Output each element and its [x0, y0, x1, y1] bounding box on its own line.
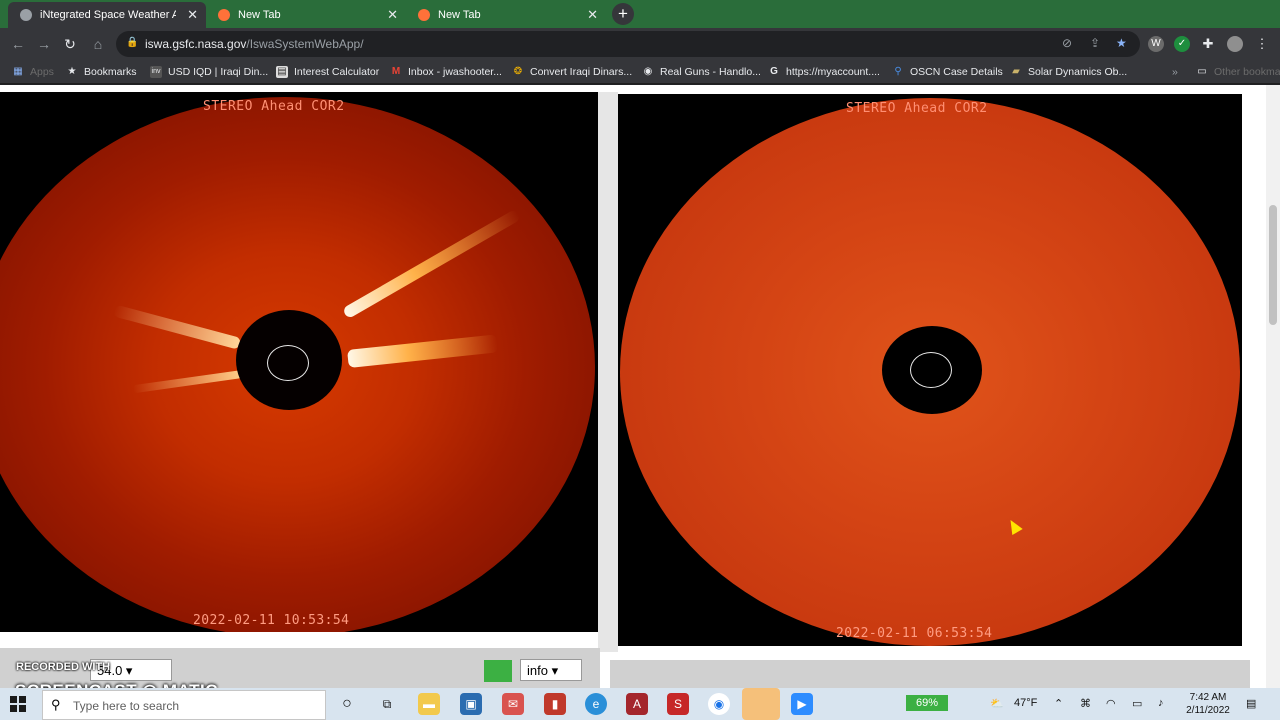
gmail-icon: M	[391, 66, 401, 77]
recorded-with-label: RECORDED WITH	[16, 661, 111, 673]
menu-icon[interactable]: ⋮	[1254, 36, 1270, 52]
bookmark-convert[interactable]: ❂ Convert Iraqi Dinars...	[512, 64, 632, 80]
tab-new-1[interactable]: New Tab ✕	[206, 2, 406, 28]
bookmarks-bar: ▦ Apps ★ Bookmarks inv USD IQD | Iraqi Din.…	[0, 60, 1280, 84]
globe-icon: ◉	[643, 66, 653, 77]
sdo-icon: ▰	[1012, 66, 1020, 77]
system-clock[interactable]: 7:42 AM 2/11/2022	[1180, 691, 1236, 717]
star-icon: ★	[67, 66, 77, 77]
puzzle-icon[interactable]: ✚	[1200, 36, 1216, 52]
refresh-icon[interactable]	[484, 660, 512, 682]
app-s-icon[interactable]: S	[667, 693, 689, 715]
taskbar-search-box[interactable]: ⚲ Type here to search	[42, 690, 326, 720]
task-view-icon[interactable]: ⧉	[376, 693, 398, 715]
star-icon[interactable]: ★	[1116, 36, 1127, 50]
bookmark-usd-iqd[interactable]: inv USD IQD | Iraqi Din...	[150, 64, 268, 80]
url-text: iswa.gsfc.nasa.gov/IswaSystemWebApp/	[145, 37, 364, 51]
iswa-favicon-icon	[20, 9, 32, 21]
bookmark-interest-calculator[interactable]: ▤ Interest Calculator	[276, 64, 379, 80]
bookmark-other[interactable]: ▭Other bookmarks	[1196, 64, 1280, 80]
calculator-icon: ▤	[276, 66, 288, 78]
convert-icon: ❂	[513, 66, 523, 77]
bookmark-oscn[interactable]: ⚲ OSCN Case Details	[892, 64, 1002, 80]
chevron-up-icon[interactable]: ⌃	[1054, 697, 1063, 710]
windows-taskbar: ⚲ Type here to search ○ ⧉ ▬ ▣ ✉ ▮ e A S …	[0, 688, 1280, 720]
bookmark-myaccount[interactable]: Ghttps://myaccount....	[768, 64, 880, 80]
search-icon: ⚲	[51, 697, 61, 712]
screencast-app-icon[interactable]	[742, 688, 780, 720]
sun-outline-ring	[267, 345, 309, 381]
inv-icon: inv	[150, 66, 162, 78]
right-control-bar	[610, 660, 1250, 688]
wifi-icon[interactable]: ◠	[1106, 697, 1116, 710]
chrome-icon[interactable]: ◉	[708, 693, 730, 715]
apps-grid-icon: ▦	[13, 66, 23, 77]
eye-slash-icon[interactable]: ⊘	[1062, 36, 1072, 50]
coronagraph-image-left: STEREO Ahead COR2 2022-02-11 10:53:54	[0, 92, 598, 632]
bookmark-bookmarks[interactable]: ★ Bookmarks	[66, 64, 137, 80]
battery-indicator[interactable]: 69%	[906, 695, 948, 711]
coronagraph-image-right: STEREO Ahead COR2 2022-02-11 06:53:54	[618, 94, 1242, 646]
home-icon[interactable]: ⌂	[88, 34, 108, 54]
new-tab-button[interactable]: +	[612, 3, 634, 25]
panel-divider	[598, 92, 618, 652]
tab-title: iNtegrated Space Weather Analy	[40, 9, 176, 21]
panel-timestamp: 2022-02-11 10:53:54	[193, 613, 350, 628]
tab-title: New Tab	[438, 9, 481, 21]
lock-icon: 🔒	[126, 37, 139, 48]
app-icon[interactable]: ▮	[544, 693, 566, 715]
notifications-icon[interactable]: ▤	[1246, 697, 1256, 710]
zoom-icon[interactable]: ▶	[791, 693, 813, 715]
bookmarks-overflow-icon[interactable]: »	[1172, 64, 1178, 80]
clock-date: 2/11/2022	[1186, 705, 1230, 716]
bookmark-sdo[interactable]: ▰ Solar Dynamics Ob...	[1010, 64, 1127, 80]
extension-w-icon[interactable]: W	[1148, 36, 1164, 52]
volume-icon[interactable]: ♪	[1158, 697, 1164, 709]
clock-time: 7:42 AM	[1189, 692, 1227, 703]
store-icon[interactable]: ▣	[460, 693, 482, 715]
share-icon[interactable]: ⇪	[1090, 36, 1100, 50]
reload-icon[interactable]: ↻	[60, 34, 80, 54]
avatar[interactable]	[1227, 36, 1243, 52]
close-icon[interactable]: ✕	[387, 7, 398, 23]
tab-new-2[interactable]: New Tab ✕	[406, 2, 606, 28]
bookmark-real-guns[interactable]: ◉ Real Guns - Handlo...	[642, 64, 761, 80]
cortana-icon[interactable]: ○	[336, 693, 358, 715]
bookmark-apps[interactable]: ▦ Apps	[12, 64, 54, 80]
browser-favicon-icon	[418, 9, 430, 21]
folder-icon: ▭	[1197, 66, 1207, 77]
mail-icon[interactable]: ✉	[502, 693, 524, 715]
tab-title: New Tab	[238, 9, 281, 21]
close-icon[interactable]: ✕	[587, 7, 598, 23]
panel-title: STEREO Ahead COR2	[846, 101, 988, 116]
forward-icon[interactable]: →	[34, 34, 54, 54]
access-icon[interactable]: A	[626, 693, 648, 715]
weather-icon[interactable]: ⛅	[990, 697, 1004, 710]
windows-start-icon[interactable]	[10, 696, 26, 712]
page-content: STEREO Ahead COR2 2022-02-11 10:53:54 ST…	[0, 85, 1280, 688]
browser-favicon-icon	[218, 9, 230, 21]
weather-temperature[interactable]: 47°F	[1014, 697, 1037, 709]
page-scrollbar[interactable]	[1266, 85, 1280, 688]
back-icon[interactable]: ←	[8, 34, 28, 54]
extension-check-icon[interactable]: ✓	[1174, 36, 1190, 52]
address-bar[interactable]: 🔒 iswa.gsfc.nasa.gov/IswaSystemWebApp/ ⊘…	[116, 31, 1140, 57]
file-explorer-icon[interactable]: ▬	[418, 693, 440, 715]
close-icon[interactable]: ✕	[187, 7, 198, 23]
device-icon[interactable]: ⌘	[1080, 697, 1091, 710]
google-icon: G	[770, 66, 778, 77]
edge-icon[interactable]: e	[585, 693, 607, 715]
bookmark-inbox[interactable]: M Inbox - jwashooter...	[390, 64, 502, 80]
panel-timestamp: 2022-02-11 06:53:54	[836, 626, 993, 641]
sun-outline-ring	[910, 352, 952, 388]
info-select[interactable]: info ▾	[520, 659, 582, 681]
oscn-icon: ⚲	[894, 66, 902, 77]
tab-strip: iNtegrated Space Weather Analy ✕ New Tab…	[0, 0, 1280, 28]
tab-iswa[interactable]: iNtegrated Space Weather Analy ✕	[8, 2, 206, 28]
scrollbar-thumb[interactable]	[1269, 205, 1277, 325]
panel-title: STEREO Ahead COR2	[203, 99, 345, 114]
battery-icon[interactable]: ▭	[1132, 697, 1142, 710]
